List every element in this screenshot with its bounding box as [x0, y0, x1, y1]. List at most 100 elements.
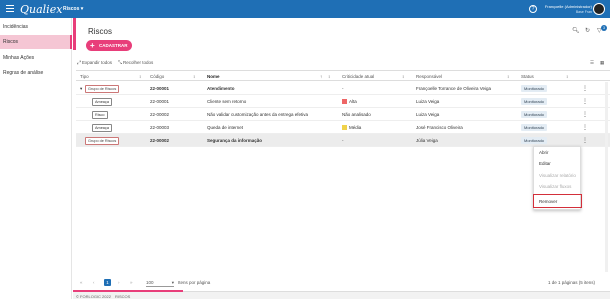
cell-responsavel: Luiza Veiga: [416, 112, 440, 117]
cell-codigo: 22-00002: [150, 138, 170, 143]
pagination-summary: 1 de 1 páginas (5 itens): [548, 280, 596, 285]
prev-page-button[interactable]: ‹: [93, 280, 95, 285]
menu-item-visualizar-relatorio: Visualizar relatório: [539, 173, 576, 178]
expand-all-button[interactable]: ⤢Expandir todos: [77, 60, 112, 66]
page-1-button[interactable]: 1: [104, 279, 111, 286]
menu-item-remover[interactable]: Remover: [539, 199, 557, 204]
per-page-select[interactable]: 100 ▾: [146, 280, 174, 287]
table-toolbar: ⤢Expandir todos ⤡Recolher todos ☰ ▦: [76, 59, 610, 69]
status-badge: Monitorado: [521, 98, 548, 105]
cell-criticidade: Não analisado: [342, 112, 371, 117]
table-header: Tipo ↕ Código ↕ Nome ↑ ↕ Criticidade atu…: [76, 70, 610, 81]
add-button[interactable]: + CADASTRAR: [86, 40, 132, 51]
sort-icon[interactable]: ↕: [328, 74, 330, 79]
notification-badge: 3: [601, 25, 607, 31]
criticality-swatch: [342, 99, 347, 105]
status-badge: Monitorado: [521, 111, 548, 118]
menu-item-visualizar-fluxos: Visualizar fluxos: [539, 184, 572, 189]
cell-codigo: 22-00002: [150, 112, 170, 117]
cell-nome: Queda de internet: [207, 125, 244, 130]
sort-icon[interactable]: ↕: [507, 74, 509, 79]
type-tag: Ameaça: [92, 124, 112, 132]
menu-icon[interactable]: [6, 5, 14, 13]
columns-icon[interactable]: ▦: [600, 60, 604, 66]
cell-nome: Segurança da informação: [207, 138, 263, 143]
more-vertical-icon[interactable]: ⋮: [582, 98, 588, 105]
cell-nome: Atendimento: [207, 86, 235, 91]
sidebar: Incidências Riscos Minhas Ações Regras d…: [0, 18, 72, 299]
list-view-icon[interactable]: ☰: [590, 60, 594, 66]
avatar[interactable]: [593, 3, 605, 15]
chevron-down-icon: ▾: [171, 280, 174, 285]
page-title: Riscos: [88, 27, 113, 36]
status-badge: Monitorado: [521, 137, 548, 144]
sidebar-item-incidencias[interactable]: Incidências: [0, 20, 72, 34]
accent-bar: [73, 18, 76, 50]
sort-icon[interactable]: ↕: [566, 74, 568, 79]
top-bar: Qualiex Riscos ▾ ? Françoelle (Administr…: [0, 0, 610, 18]
sidebar-item-minhas-acoes[interactable]: Minhas Ações: [0, 51, 72, 65]
user-role: Base Fran: [575, 10, 592, 14]
cell-responsavel: Luiza Veiga: [416, 99, 440, 104]
cell-criticidade: Média: [342, 125, 361, 131]
table-row[interactable]: Risco 22-00002 Não validar customização …: [76, 108, 610, 121]
table-row[interactable]: Ameaça 22-00001 Cliente sem retorno Alta…: [76, 95, 610, 108]
next-page-button[interactable]: ›: [118, 280, 120, 285]
copyright: © FORLOGIC 2022: [76, 294, 111, 299]
table-row[interactable]: ▾ Grupo de Riscos 22-00001 Atendimento -…: [76, 82, 610, 95]
menu-item-abrir[interactable]: Abrir: [539, 150, 549, 155]
type-tag: Grupo de Riscos: [85, 137, 120, 145]
cell-responsavel: Françoelle Torrance de Oliveira Veiga: [416, 86, 491, 91]
type-tag: Risco: [92, 111, 108, 119]
cell-codigo: 22-00001: [150, 86, 170, 91]
sort-icon[interactable]: ↕: [139, 74, 141, 79]
more-vertical-icon[interactable]: ⋮: [582, 85, 588, 92]
sort-up-icon[interactable]: ↑: [320, 74, 322, 79]
header-nome[interactable]: Nome: [207, 74, 220, 79]
module-selector[interactable]: Riscos ▾: [63, 6, 83, 12]
vertical-scrollbar[interactable]: [605, 82, 608, 272]
last-page-button[interactable]: »: [130, 280, 133, 285]
collapse-row-icon[interactable]: ▾: [80, 86, 82, 92]
sidebar-item-riscos[interactable]: Riscos: [0, 35, 72, 49]
collapse-icon: ⤡: [118, 60, 123, 66]
footer-section: RISCOS: [115, 294, 131, 299]
row-context-menu: Abrir Editar Visualizar relatório Visual…: [533, 146, 582, 210]
header-codigo[interactable]: Código: [150, 74, 164, 79]
more-vertical-icon[interactable]: ⋮: [582, 111, 588, 118]
collapse-all-button[interactable]: ⤡Recolher todos: [118, 60, 153, 66]
header-status[interactable]: Status: [521, 74, 534, 79]
cell-codigo: 22-00001: [150, 99, 170, 104]
more-vertical-icon[interactable]: ⋮: [582, 137, 588, 144]
sort-icon[interactable]: ↕: [193, 74, 195, 79]
help-icon[interactable]: ?: [529, 5, 537, 13]
search-icon[interactable]: 🔍︎: [572, 27, 580, 34]
pagination: « ‹ 1 › » 100 ▾ Itens por página 1 de 1 p…: [76, 279, 610, 289]
expand-icon: ⤢: [77, 60, 82, 66]
header-criticidade[interactable]: Criticidade atual: [342, 74, 374, 79]
menu-item-editar[interactable]: Editar: [539, 161, 551, 166]
cell-nome: Não validar customização antes da entreg…: [207, 112, 309, 117]
sidebar-item-regras[interactable]: Regras de análise: [0, 66, 72, 80]
header-responsavel[interactable]: Responsável: [416, 74, 442, 79]
per-page-label: Itens por página: [178, 280, 211, 285]
cell-nome: Cliente sem retorno: [207, 99, 247, 104]
table-row[interactable]: Ameaça 22-00003 Queda de internet Média …: [76, 121, 610, 134]
status-badge: Monitorado: [521, 124, 548, 131]
sort-icon[interactable]: ↕: [402, 74, 404, 79]
status-badge: Monitorado: [521, 85, 548, 92]
user-name[interactable]: Françoelle (Administrador): [545, 4, 592, 9]
first-page-button[interactable]: «: [80, 280, 83, 285]
type-tag: Ameaça: [92, 98, 112, 106]
refresh-icon[interactable]: ↻: [585, 27, 590, 34]
table-row[interactable]: Grupo de Riscos 22-00002 Segurança da in…: [76, 134, 610, 147]
header-tipo[interactable]: Tipo: [80, 74, 89, 79]
footer-accent: [73, 290, 183, 292]
app-logo[interactable]: Qualiex: [20, 3, 62, 16]
cell-responsavel: José Francisco Oliveira: [416, 125, 463, 130]
cell-responsavel: Júlia Veiga: [416, 138, 438, 143]
more-vertical-icon[interactable]: ⋮: [582, 124, 588, 131]
cell-criticidade: Alta: [342, 99, 357, 105]
cell-codigo: 22-00003: [150, 125, 170, 130]
criticality-swatch: [342, 125, 347, 131]
